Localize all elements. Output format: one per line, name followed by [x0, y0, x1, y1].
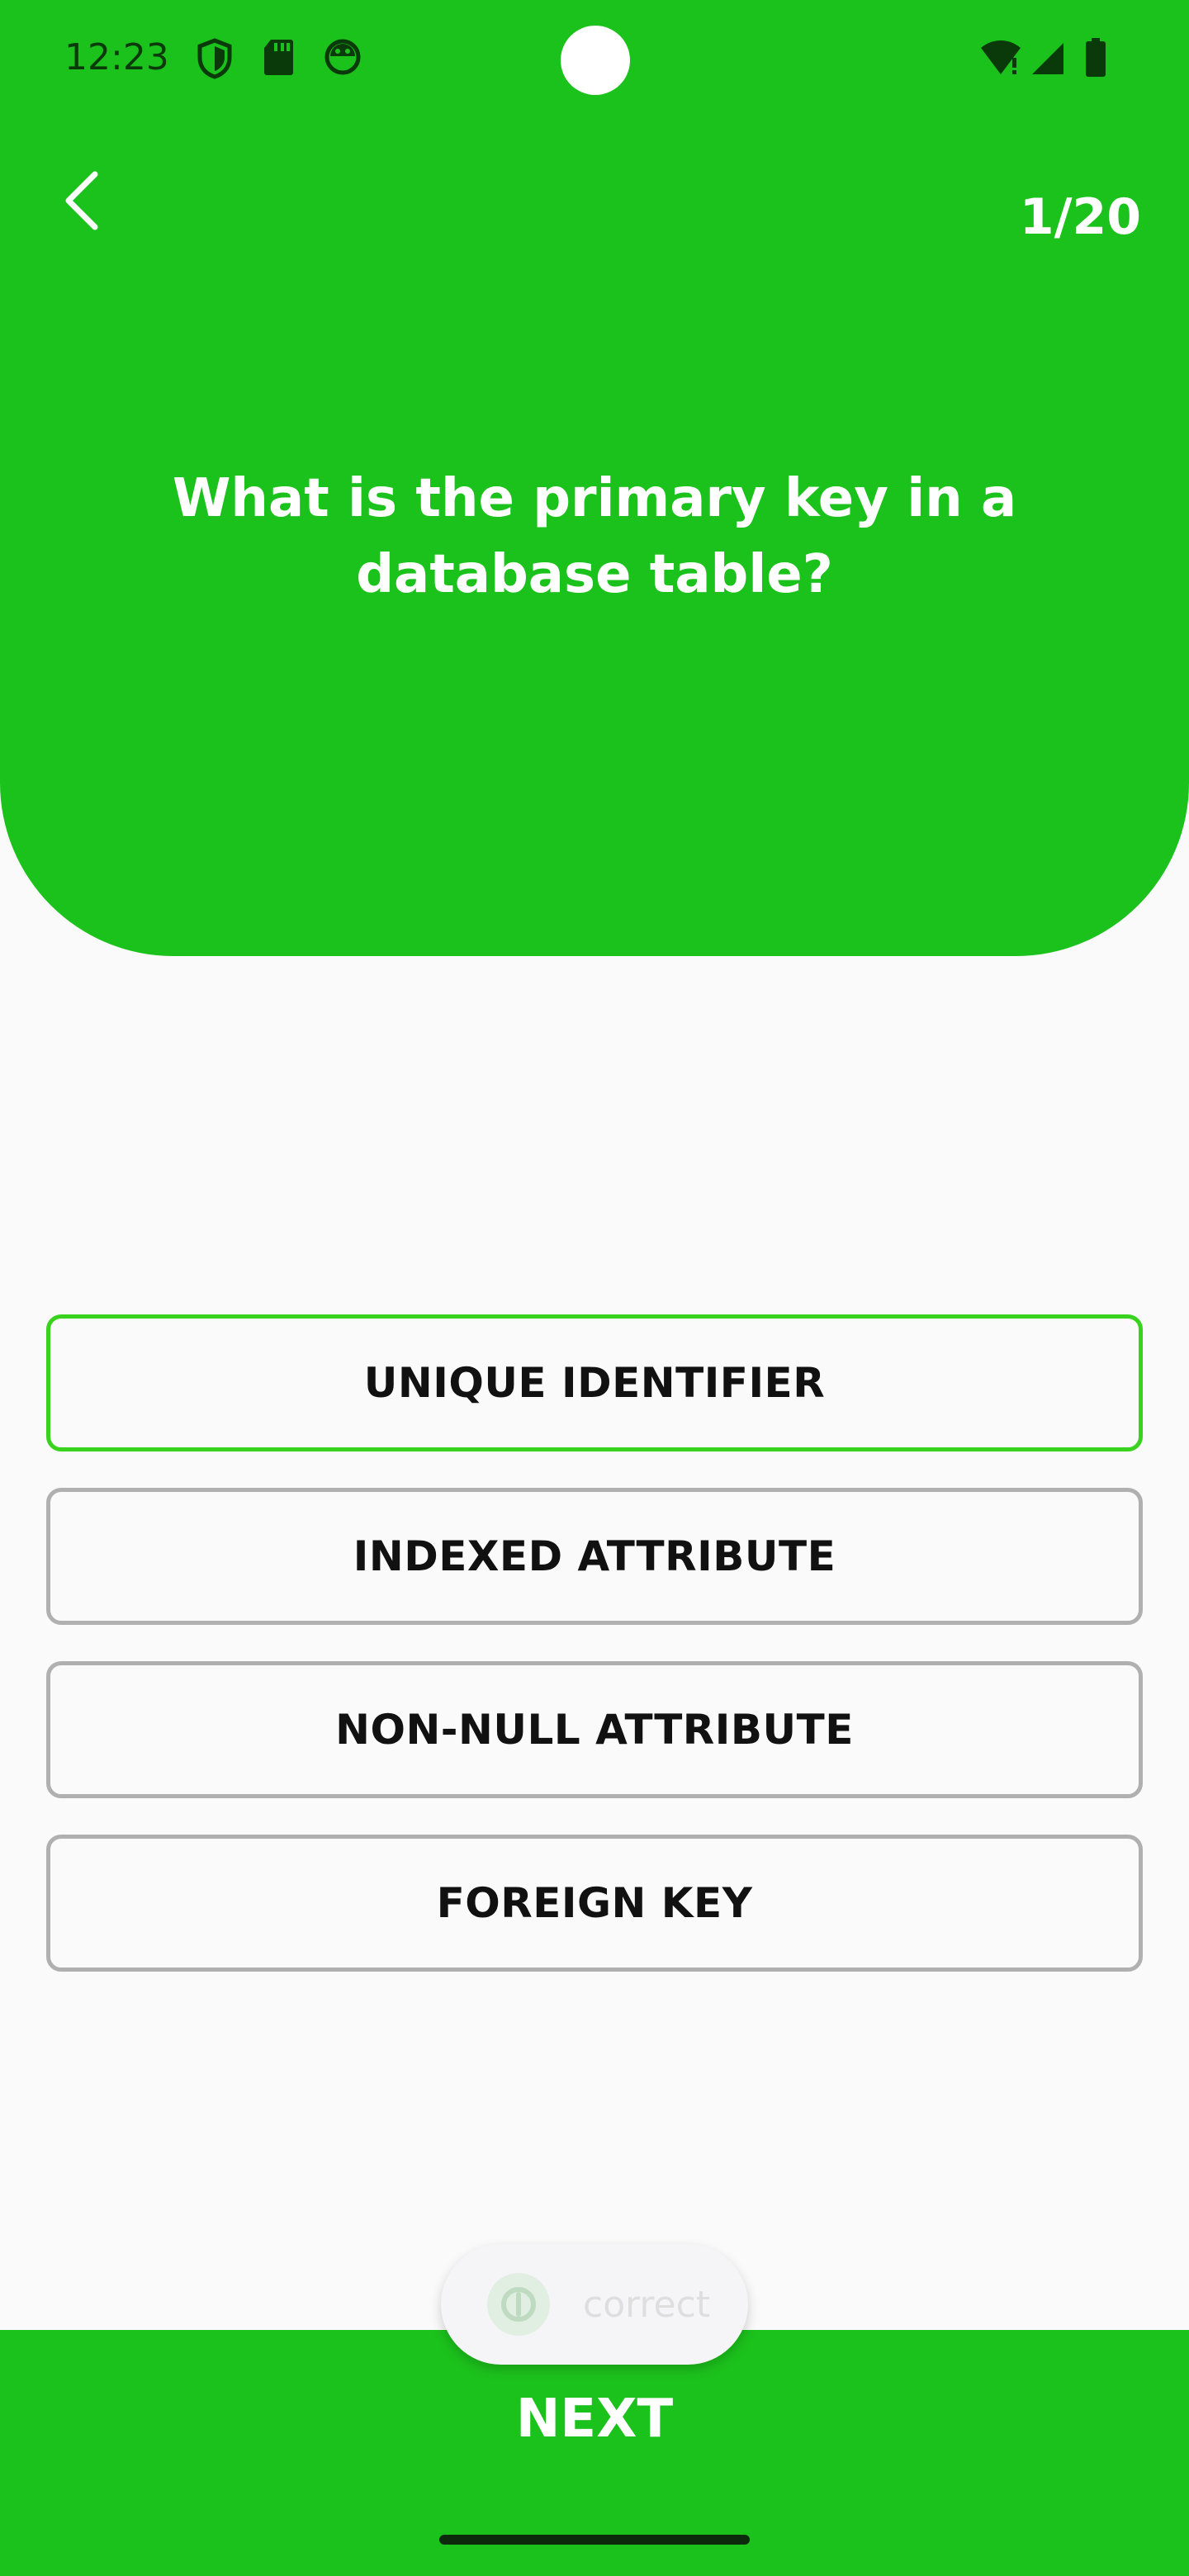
toast-message: correct	[441, 2244, 748, 2365]
answer-option-indexed-attribute[interactable]: INDEXED ATTRIBUTE	[46, 1488, 1143, 1625]
home-indicator[interactable]	[439, 2535, 750, 2545]
next-button[interactable]: NEXT	[0, 2361, 1189, 2477]
sd-card-icon	[263, 38, 294, 79]
shield-icon	[197, 38, 233, 83]
status-time: 12:23	[64, 36, 169, 78]
answer-list: UNIQUE IDENTIFIER INDEXED ATTRIBUTE NON-…	[46, 1314, 1143, 2008]
android-icon	[324, 38, 362, 79]
answer-option-unique-identifier[interactable]: UNIQUE IDENTIFIER	[46, 1314, 1143, 1451]
camera-cutout	[561, 26, 630, 95]
app-logo-icon	[487, 2273, 550, 2336]
answer-label: NON-NULL ATTRIBUTE	[335, 1706, 854, 1754]
chevron-left-icon	[62, 171, 100, 234]
signal-icon	[1030, 41, 1065, 79]
back-button[interactable]	[51, 165, 111, 239]
answer-label: INDEXED ATTRIBUTE	[353, 1532, 836, 1580]
wifi-icon	[979, 40, 1022, 79]
question-text: What is the primary key in a database ta…	[172, 468, 1017, 605]
battery-icon	[1085, 38, 1106, 81]
answer-option-non-null-attribute[interactable]: NON-NULL ATTRIBUTE	[46, 1661, 1143, 1798]
answer-option-foreign-key[interactable]: FOREIGN KEY	[46, 1835, 1143, 1972]
answer-label: FOREIGN KEY	[436, 1879, 753, 1927]
next-label: NEXT	[515, 2389, 674, 2450]
answer-label: UNIQUE IDENTIFIER	[363, 1359, 826, 1407]
status-bar: 12:23	[0, 0, 1189, 124]
toast-text: correct	[583, 2283, 711, 2326]
question-counter: 1/20	[1019, 188, 1141, 246]
